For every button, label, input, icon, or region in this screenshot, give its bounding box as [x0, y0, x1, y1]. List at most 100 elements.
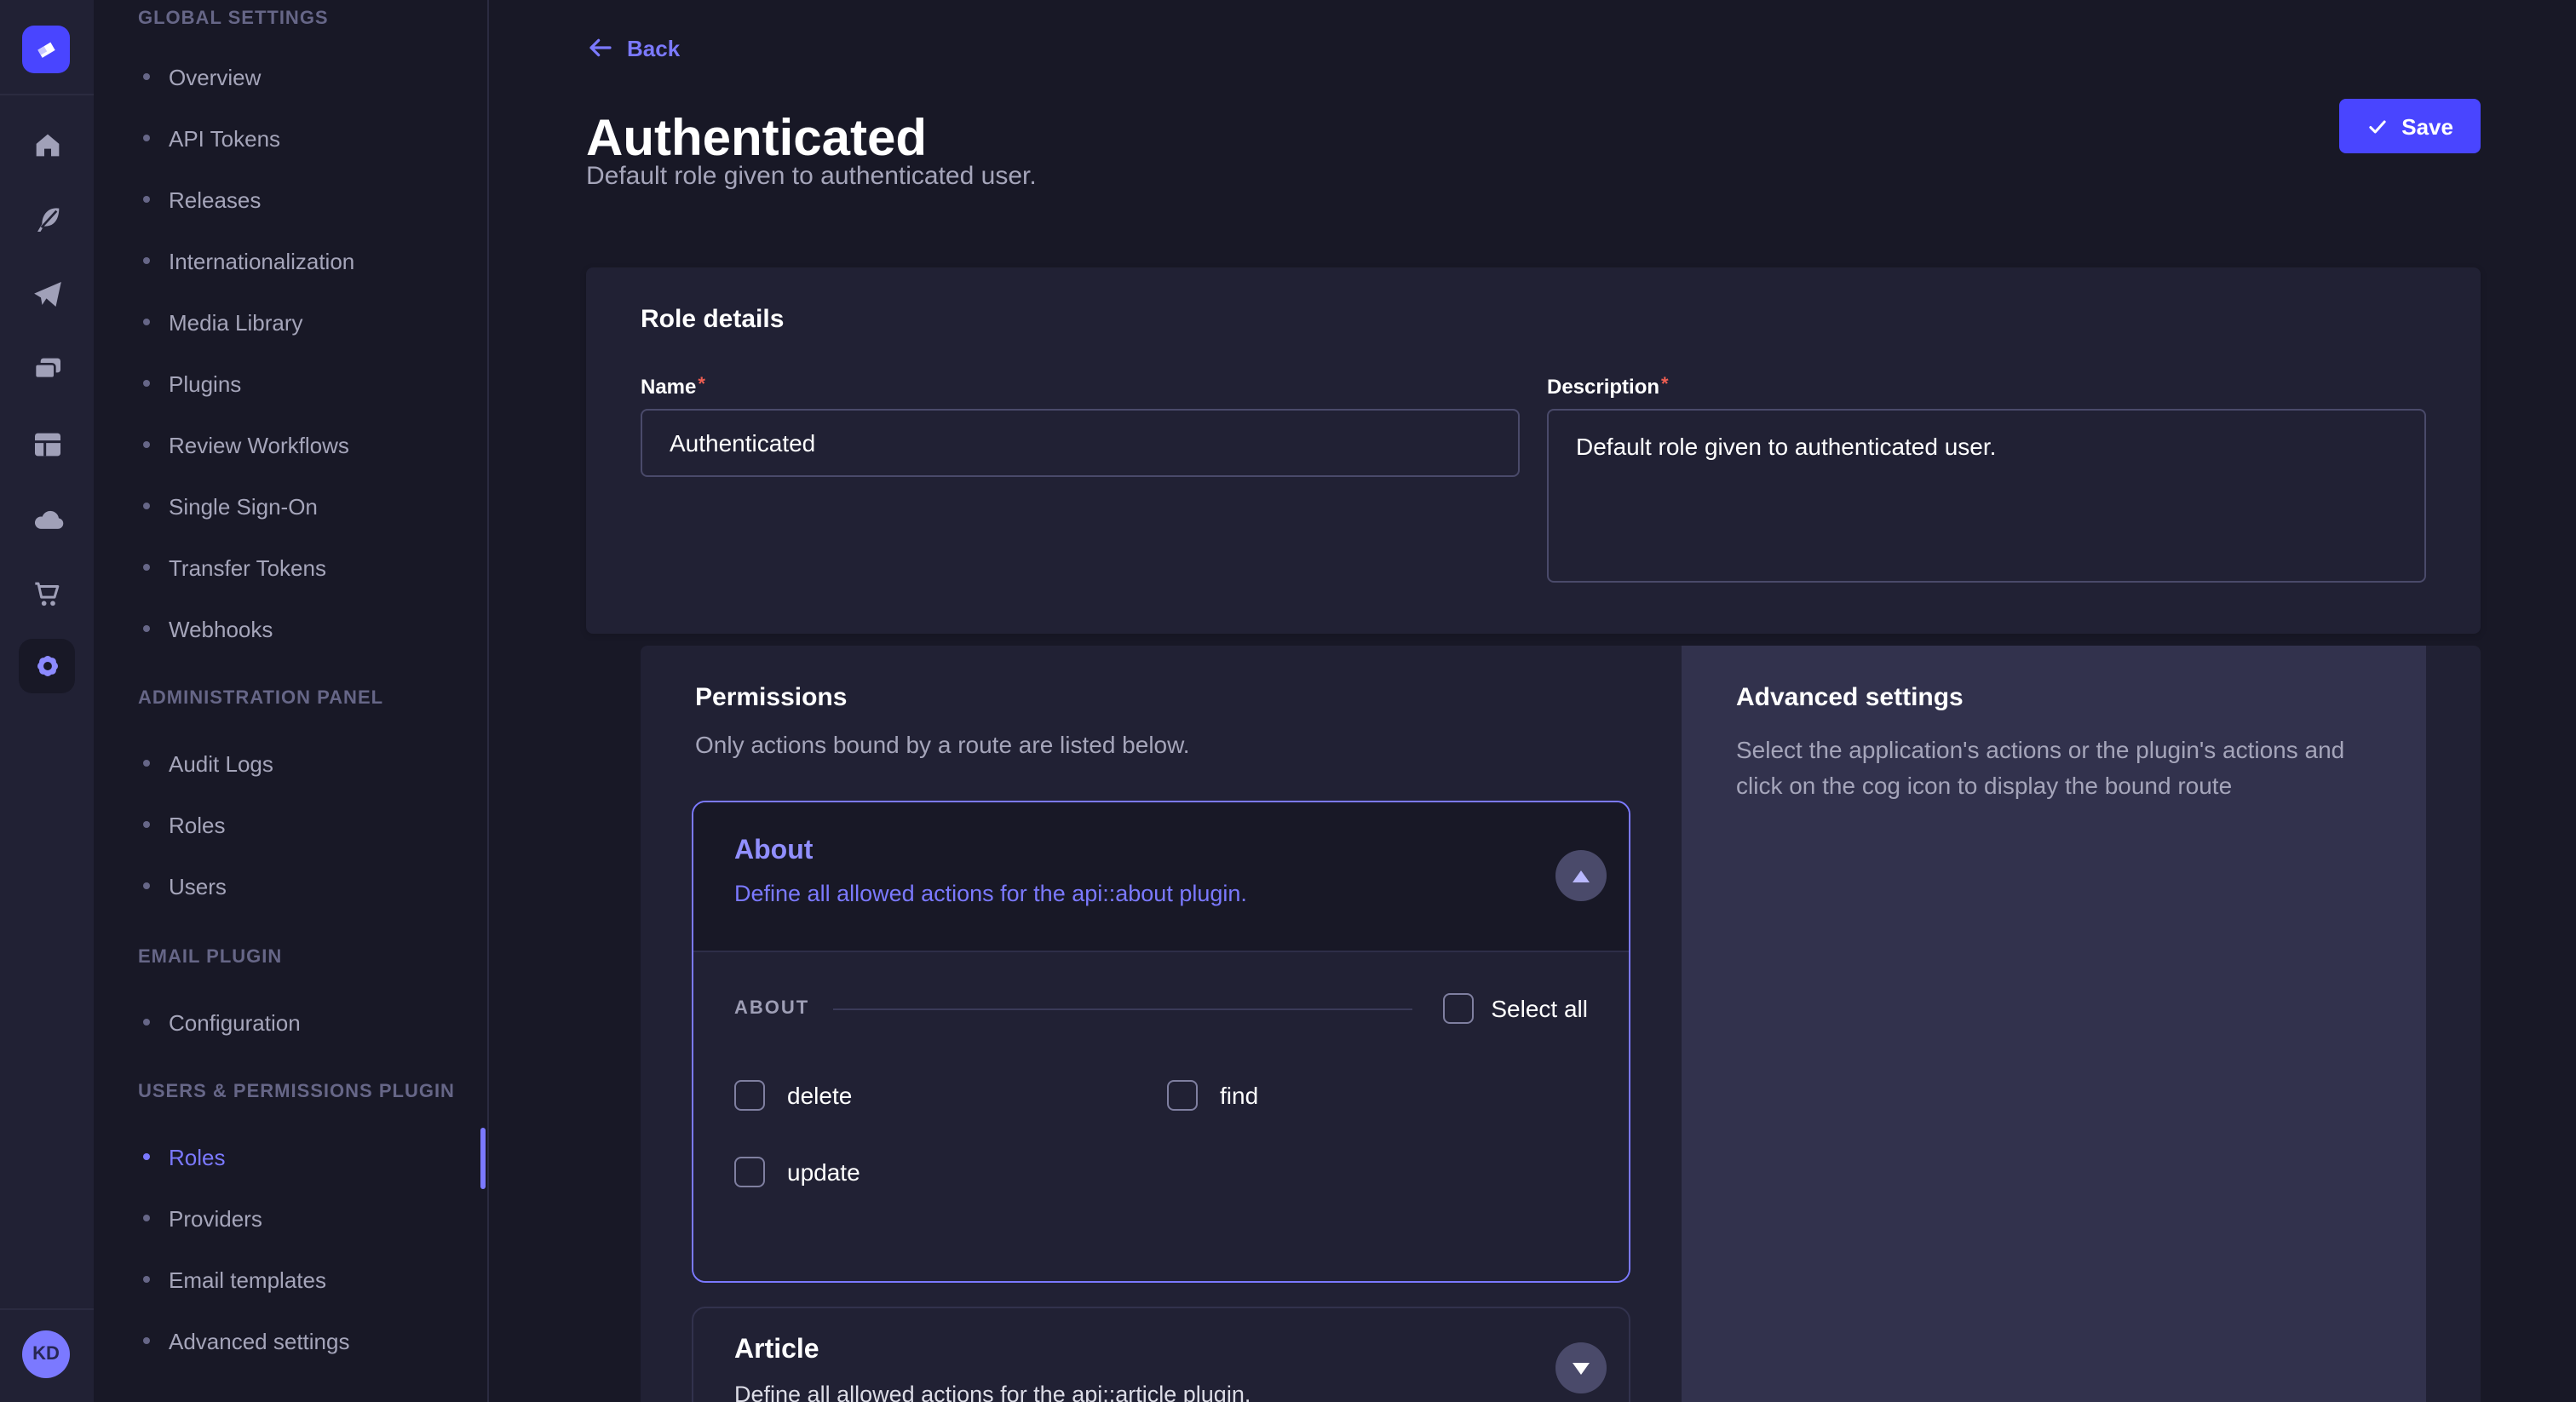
delete-checkbox[interactable] — [734, 1080, 765, 1111]
bullet-icon — [143, 380, 150, 387]
select-all-checkbox[interactable] — [1443, 993, 1474, 1024]
rail-divider-bottom — [0, 1308, 94, 1310]
save-button[interactable]: Save — [2338, 99, 2481, 153]
bullet-icon — [143, 135, 150, 141]
advanced-settings-panel: Advanced settings Select the application… — [1682, 646, 2426, 1402]
sidebar-item-label: Overview — [169, 64, 261, 89]
home-icon[interactable] — [0, 124, 94, 165]
sidebar-item-plugins[interactable]: Plugins — [94, 353, 487, 414]
accordion-about-body: ABOUT Select all delete — [693, 951, 1629, 1283]
bullet-icon — [143, 760, 150, 767]
sidebar-item-label: Advanced settings — [169, 1328, 349, 1353]
back-link[interactable]: Back — [586, 34, 680, 61]
accordion-about-header[interactable]: About Define all allowed actions for the… — [693, 802, 1629, 951]
bullet-icon — [143, 564, 150, 571]
sidebar-item-single-sign-on[interactable]: Single Sign-On — [94, 475, 487, 537]
strapi-settings-page: KD GLOBAL SETTINGS Overview API Tokens R… — [0, 0, 2576, 1402]
sidebar-item-label: Internationalization — [169, 248, 354, 273]
sidebar-item-transfer-tokens[interactable]: Transfer Tokens — [94, 537, 487, 598]
sidebar-item-label: Review Workflows — [169, 432, 349, 457]
sidebar-item-overview[interactable]: Overview — [94, 46, 487, 107]
settings-subnav: GLOBAL SETTINGS Overview API Tokens Rele… — [94, 0, 489, 1402]
sidebar-item-internationalization[interactable]: Internationalization — [94, 230, 487, 291]
update-checkbox[interactable] — [734, 1157, 765, 1187]
description-field-group: Description* — [1547, 373, 2426, 591]
main-content: Back Authenticated Default role given to… — [489, 0, 2576, 1402]
description-textarea[interactable] — [1547, 409, 2426, 583]
find-label: find — [1220, 1082, 1258, 1109]
expand-button[interactable] — [1555, 1342, 1607, 1393]
sidebar-item-releases[interactable]: Releases — [94, 169, 487, 230]
update-label: update — [787, 1158, 860, 1186]
bullet-icon — [143, 319, 150, 325]
section-title-users-permissions-plugin: USERS & PERMISSIONS PLUGIN — [94, 1078, 487, 1106]
sidebar-item-up-roles[interactable]: Roles — [94, 1126, 487, 1187]
divider-line — [833, 1008, 1412, 1009]
sidebar-item-up-advanced-settings[interactable]: Advanced settings — [94, 1310, 487, 1371]
media-library-icon[interactable] — [0, 349, 94, 390]
strapi-logo[interactable] — [22, 26, 70, 73]
sidebar-item-review-workflows[interactable]: Review Workflows — [94, 414, 487, 475]
save-button-label: Save — [2401, 113, 2453, 139]
sidebar-item-api-tokens[interactable]: API Tokens — [94, 107, 487, 169]
user-avatar[interactable]: KD — [22, 1330, 70, 1378]
bullet-icon — [143, 1019, 150, 1026]
accordion-about: About Define all allowed actions for the… — [692, 801, 1630, 1283]
name-input[interactable] — [641, 409, 1520, 477]
sidebar-item-label: Transfer Tokens — [169, 554, 326, 580]
role-details-title: Role details — [641, 305, 2426, 336]
sidebar-item-label: Email templates — [169, 1267, 326, 1292]
bullet-icon — [143, 1337, 150, 1344]
permissions-card: Permissions Only actions bound by a rout… — [641, 646, 2481, 1402]
bullet-icon — [143, 1276, 150, 1283]
sidebar-item-audit-logs[interactable]: Audit Logs — [94, 733, 487, 794]
bullet-icon — [143, 625, 150, 632]
required-asterisk: * — [698, 375, 705, 395]
settings-nav-active-tile[interactable] — [19, 639, 75, 693]
sidebar-item-label: Configuration — [169, 1009, 301, 1035]
content-type-builder-icon[interactable] — [0, 199, 94, 240]
action-delete: delete — [734, 1080, 1167, 1111]
accordion-article-subtitle: Define all allowed actions for the api::… — [734, 1382, 1251, 1402]
permissions-subtitle: Only actions bound by a route are listed… — [695, 731, 1190, 758]
find-checkbox[interactable] — [1167, 1080, 1198, 1111]
cloud-icon[interactable] — [0, 499, 94, 540]
sidebar-item-admin-users[interactable]: Users — [94, 855, 487, 916]
strapi-logo-icon — [29, 32, 63, 66]
bullet-icon — [143, 73, 150, 80]
sidebar-item-label: Single Sign-On — [169, 493, 318, 519]
accordion-about-title: About — [734, 836, 813, 867]
description-label: Description* — [1547, 373, 2426, 400]
chevron-up-icon — [1573, 870, 1590, 882]
sidebar-item-webhooks[interactable]: Webhooks — [94, 598, 487, 659]
send-icon[interactable] — [0, 274, 94, 315]
bullet-icon — [143, 503, 150, 509]
back-label: Back — [627, 35, 680, 60]
advanced-settings-title: Advanced settings — [1736, 683, 1964, 712]
content-manager-icon[interactable] — [0, 424, 94, 465]
collapse-button[interactable] — [1555, 850, 1607, 901]
sidebar-item-configuration[interactable]: Configuration — [94, 991, 487, 1053]
gear-icon — [28, 647, 66, 685]
sidebar-item-admin-roles[interactable]: Roles — [94, 794, 487, 855]
section-title-administration-panel: ADMINISTRATION PANEL — [94, 685, 487, 712]
sidebar-item-label: Plugins — [169, 371, 241, 396]
main-nav-rail: KD — [0, 0, 95, 1402]
sidebar-item-email-templates[interactable]: Email templates — [94, 1249, 487, 1310]
section-title-global-settings: GLOBAL SETTINGS — [94, 5, 487, 32]
bullet-icon — [143, 441, 150, 448]
check-icon — [2366, 115, 2388, 137]
bullet-icon — [143, 1215, 150, 1221]
bullet-icon — [143, 1153, 150, 1160]
accordion-article[interactable]: Article Define all allowed actions for t… — [692, 1307, 1630, 1402]
sidebar-item-media-library[interactable]: Media Library — [94, 291, 487, 353]
chevron-down-icon — [1573, 1362, 1590, 1374]
sidebar-item-providers[interactable]: Providers — [94, 1187, 487, 1249]
permissions-panel: Permissions Only actions bound by a rout… — [641, 646, 1682, 1402]
section-title-email-plugin: EMAIL PLUGIN — [94, 944, 487, 971]
bullet-icon — [143, 882, 150, 889]
required-asterisk: * — [1661, 375, 1669, 395]
marketplace-cart-icon[interactable] — [0, 574, 94, 615]
permissions-title: Permissions — [695, 683, 847, 712]
advanced-settings-description: Select the application's actions or the … — [1736, 733, 2363, 804]
